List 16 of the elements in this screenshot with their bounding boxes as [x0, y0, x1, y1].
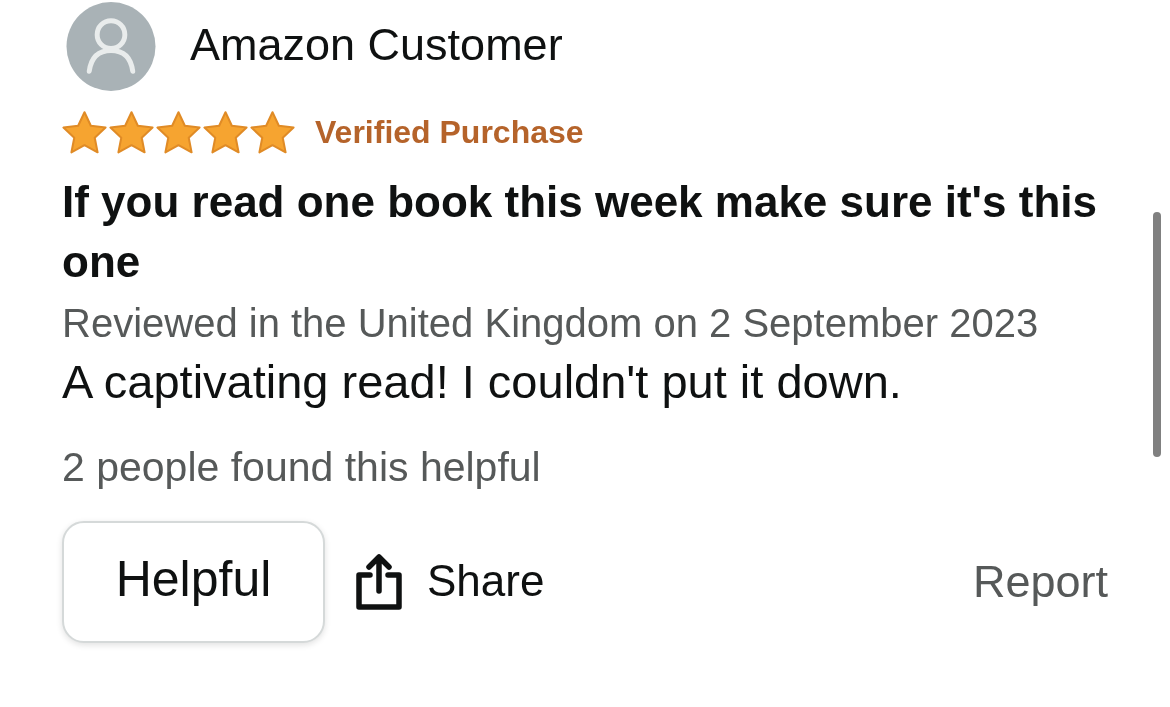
review-body: A captivating read! I couldn't put it down.	[62, 356, 903, 408]
review-date: Reviewed in the United Kingdom on 2 September 2023	[62, 300, 1040, 347]
filled-star-icon	[156, 110, 201, 154]
filled-star-icon	[250, 110, 295, 154]
report-link[interactable]: Report	[972, 558, 1108, 606]
review-title: If you read one book this week make sure it's this one	[62, 176, 1098, 288]
verified-purchase-label: Verified Purchase	[315, 116, 584, 148]
reviewer-name: Amazon Customer	[190, 22, 563, 71]
filled-star-icon	[203, 110, 248, 154]
helpful-count: 2 people found this helpful	[62, 443, 542, 491]
filled-star-icon	[62, 110, 107, 154]
avatar-icon	[66, 2, 156, 91]
share-button[interactable]: Share	[355, 547, 545, 617]
helpful-button[interactable]: Helpful	[62, 521, 325, 643]
share-icon	[355, 553, 403, 611]
filled-star-icon	[109, 110, 154, 154]
